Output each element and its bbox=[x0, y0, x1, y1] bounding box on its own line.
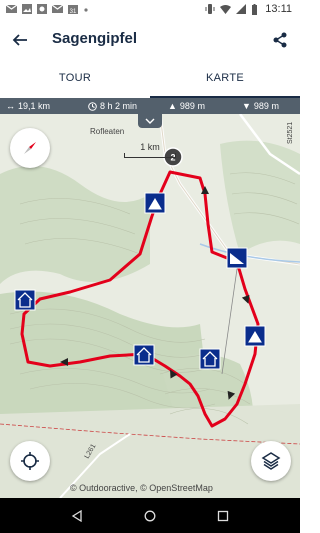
place-label-st2521: St2521 bbox=[287, 122, 294, 144]
map-scale: 1 km bbox=[124, 142, 176, 158]
connector-line bbox=[221, 261, 239, 375]
ascent-icon: ▲ bbox=[168, 101, 177, 111]
my-location-button[interactable] bbox=[10, 441, 50, 481]
stat-duration: 8 h 2 min bbox=[88, 101, 137, 111]
scale-bar bbox=[124, 153, 176, 158]
map-view[interactable]: Rofleaten St2521 L261 2 bbox=[0, 114, 300, 498]
place-label-rofleaten: Rofleaten bbox=[90, 127, 124, 136]
layers-icon bbox=[261, 452, 281, 470]
notification-icons: 31 bbox=[6, 4, 89, 14]
compass-icon bbox=[24, 142, 36, 154]
viewpoint-marker-icon[interactable] bbox=[226, 247, 248, 269]
nav-recents-button[interactable] bbox=[213, 506, 233, 526]
back-button[interactable] bbox=[8, 28, 32, 52]
ascent-value: 989 m bbox=[179, 101, 205, 111]
stat-distance: ↔ 19,1 km bbox=[6, 101, 50, 111]
compass-button[interactable] bbox=[10, 128, 50, 168]
nav-back-button[interactable] bbox=[67, 506, 87, 526]
stat-descent: ▼ 989 m bbox=[242, 101, 279, 111]
stat-ascent: ▲ 989 m bbox=[168, 101, 205, 111]
status-bar: 31 13:11 bbox=[0, 0, 300, 20]
tab-karte[interactable]: KARTE bbox=[150, 60, 300, 98]
hut-marker-icon[interactable] bbox=[14, 289, 36, 311]
tab-bar: TOUR KARTE bbox=[0, 60, 300, 98]
vibrate-icon bbox=[205, 4, 215, 14]
photo-icon bbox=[37, 4, 47, 14]
gmail-icon bbox=[6, 4, 17, 13]
gmail-icon bbox=[52, 4, 63, 13]
chevron-down-icon bbox=[145, 118, 155, 124]
stats-bar: ↔ 19,1 km 8 h 2 min ▲ 989 m ▼ 989 m bbox=[0, 98, 300, 114]
circle-home-icon bbox=[144, 510, 156, 521]
descent-icon: ▼ bbox=[242, 101, 251, 111]
distance-value: 19,1 km bbox=[18, 101, 51, 111]
square-recents-icon bbox=[218, 510, 229, 521]
tab-tour[interactable]: TOUR bbox=[0, 60, 150, 98]
scale-label: 1 km bbox=[140, 142, 160, 152]
calendar-icon: 31 bbox=[68, 5, 78, 14]
arrow-left-icon bbox=[12, 34, 27, 46]
app-bar: Sagengipfel bbox=[0, 20, 300, 60]
map-canvas: Rofleaten St2521 L261 2 bbox=[0, 114, 300, 498]
page-title: Sagengipfel bbox=[52, 30, 138, 47]
descent-value: 989 m bbox=[253, 101, 279, 111]
forest-area bbox=[220, 140, 300, 254]
map-attribution: © Outdooractive, © OpenStreetMap bbox=[70, 483, 213, 493]
dot-icon bbox=[84, 8, 88, 12]
crosshair-icon bbox=[21, 452, 39, 470]
nav-home-button[interactable] bbox=[140, 506, 160, 526]
hut-marker-icon[interactable] bbox=[133, 344, 155, 366]
screen: 31 13:11 Sagengipfel TOUR KARTE ↔ 19,1 k… bbox=[0, 0, 300, 533]
duration-value: 8 h 2 min bbox=[100, 101, 138, 111]
map-layers-button[interactable] bbox=[251, 441, 291, 481]
triangle-back-icon bbox=[71, 509, 82, 522]
svg-text:31: 31 bbox=[70, 9, 77, 14]
battery-icon bbox=[252, 3, 258, 15]
signal-icon bbox=[236, 4, 247, 14]
share-button[interactable] bbox=[268, 28, 292, 52]
image-icon bbox=[22, 4, 32, 14]
collapse-stats-button[interactable] bbox=[138, 114, 162, 128]
system-nav-bar bbox=[0, 498, 300, 533]
summit-marker-icon[interactable] bbox=[244, 325, 266, 347]
hut-marker-icon[interactable] bbox=[199, 348, 221, 370]
distance-icon: ↔ bbox=[6, 101, 15, 111]
clock: 13:11 bbox=[265, 3, 292, 15]
clock-icon bbox=[88, 101, 97, 111]
summit-marker-icon[interactable] bbox=[144, 192, 166, 214]
wifi-icon bbox=[220, 5, 232, 14]
system-icons: 13:11 bbox=[205, 3, 292, 15]
share-icon bbox=[273, 32, 287, 48]
